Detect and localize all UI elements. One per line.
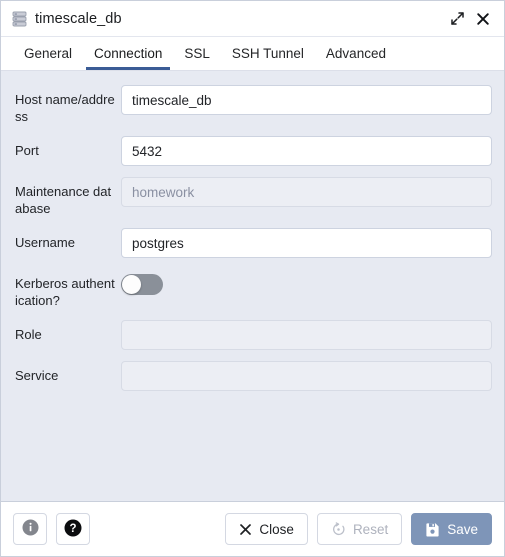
close-icon[interactable] [472,8,494,30]
close-button-label: Close [259,521,294,537]
field-row-host: Host name/address timescale_db [1,85,492,125]
tab-ssh-tunnel-label: SSH Tunnel [231,46,304,61]
host-label: Host name/address [15,92,115,124]
kerberos-control [121,269,492,299]
reset-icon [331,521,346,537]
username-control: postgres [121,228,492,258]
field-row-username: Username postgres [1,228,492,258]
role-control [121,320,492,350]
port-label: Port [15,143,39,158]
host-control: timescale_db [121,85,492,115]
kerberos-label: Kerberos authentication? [15,276,115,308]
reset-button-label: Reset [352,521,389,537]
port-control: 5432 [121,136,492,166]
help-question-icon: ? [64,519,82,540]
tab-ssh-tunnel[interactable]: SSH Tunnel [221,37,315,70]
close-x-icon [239,523,252,536]
maintenance-database-label: Maintenance database [15,184,112,216]
close-button[interactable]: Close [225,513,308,545]
kerberos-toggle-wrap [121,269,492,299]
footer-right-group: Close Reset Save [225,513,492,545]
service-input[interactable] [121,361,492,391]
save-button[interactable]: Save [411,513,492,545]
tab-general-label: General [24,46,73,61]
info-button[interactable] [13,513,47,545]
connection-properties-dialog: timescale_db General Connection SSL SSH … [0,0,505,557]
svg-text:?: ? [69,523,76,535]
dialog-footer: ? Close Reset Save [1,502,504,556]
tab-advanced-label: Advanced [325,46,386,61]
footer-left-group: ? [13,513,90,545]
port-input[interactable]: 5432 [121,136,492,166]
host-input[interactable]: timescale_db [121,85,492,115]
field-row-kerberos: Kerberos authentication? [1,269,492,309]
field-row-maintenance-database: Maintenance database homework [1,177,492,217]
dialog-titlebar: timescale_db [1,1,504,37]
save-button-label: Save [447,521,478,537]
kerberos-toggle-knob [122,274,141,294]
tab-connection-label: Connection [94,46,163,61]
maintenance-database-control: homework [121,177,492,207]
username-input[interactable]: postgres [121,228,492,258]
tab-ssl-label: SSL [184,46,210,61]
help-button[interactable]: ? [56,513,90,545]
dialog-title: timescale_db [35,10,122,27]
role-input[interactable] [121,320,492,350]
role-label: Role [15,327,42,342]
database-stack-icon [12,11,27,27]
service-label: Service [15,368,59,383]
info-icon [22,519,39,539]
field-row-service: Service [1,361,492,391]
username-label: Username [15,235,75,250]
tab-advanced[interactable]: Advanced [315,37,397,70]
tab-general[interactable]: General [13,37,83,70]
tab-bar: General Connection SSL SSH Tunnel Advanc… [1,37,504,70]
expand-icon[interactable] [446,8,468,30]
tab-connection[interactable]: Connection [83,37,173,70]
maintenance-database-input[interactable]: homework [121,177,492,207]
tab-ssl[interactable]: SSL [173,37,221,70]
kerberos-toggle[interactable] [121,273,163,295]
save-floppy-icon [425,522,440,537]
service-control [121,361,492,391]
field-row-role: Role [1,320,492,350]
reset-button[interactable]: Reset [316,513,403,545]
field-row-port: Port 5432 [1,136,492,166]
connection-form-panel: Host name/address timescale_db Port 5432… [1,70,504,502]
